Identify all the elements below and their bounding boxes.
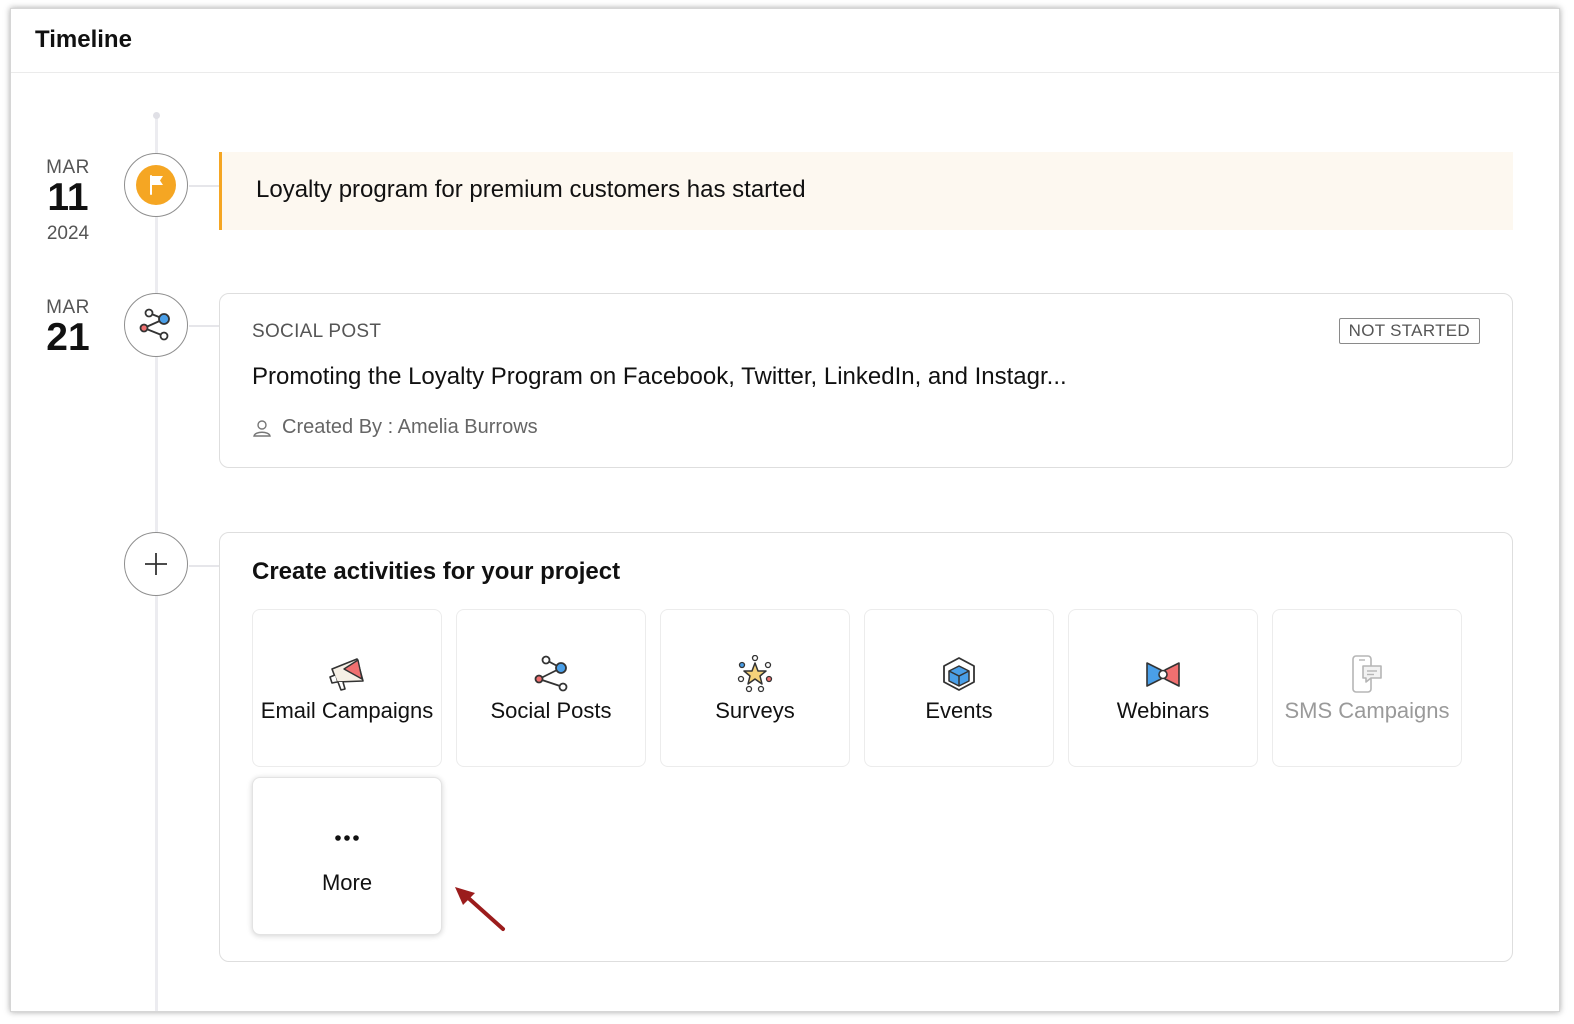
milestone-banner[interactable]: Loyalty program for premium customers ha… <box>219 152 1513 230</box>
share-icon <box>139 308 170 341</box>
create-activities-card: Create activities for your project Email… <box>219 532 1513 962</box>
sms-icon <box>1352 655 1382 693</box>
tile-label: Email Campaigns <box>260 698 434 723</box>
created-by: Created By : Amelia Burrows <box>252 416 538 439</box>
timeline-rail-start <box>153 112 160 119</box>
flag-icon <box>136 165 176 205</box>
milestone-node <box>124 153 188 217</box>
activity-connector <box>189 325 221 327</box>
webinar-icon <box>1146 662 1180 687</box>
add-activity-button[interactable] <box>124 532 188 596</box>
panel-header: Timeline <box>11 9 1559 73</box>
milestone-connector <box>189 185 221 187</box>
tile-label: Events <box>925 698 993 723</box>
tile-label: Social Posts <box>490 698 612 723</box>
activity-title[interactable]: Promoting the Loyalty Program on Faceboo… <box>252 363 1067 391</box>
more-tile[interactable]: More <box>252 777 442 935</box>
events-tile[interactable]: Events <box>864 609 1054 767</box>
webinars-tile[interactable]: Webinars <box>1068 609 1258 767</box>
tile-label: More <box>321 870 373 895</box>
sms-campaigns-tile: SMS Campaigns <box>1272 609 1462 767</box>
status-badge: NOT STARTED <box>1338 318 1480 344</box>
date-day: 11 <box>47 176 89 219</box>
tile-label: SMS Campaigns <box>1284 698 1450 723</box>
date-day: 21 <box>46 316 90 359</box>
social-posts-tile[interactable]: Social Posts <box>456 609 646 767</box>
tile-label: Surveys <box>715 698 795 723</box>
survey-icon <box>737 655 773 693</box>
milestone-date: MAR 11 2024 <box>33 157 103 245</box>
user-icon <box>253 419 271 437</box>
timeline-panel: Timeline MAR 11 2024 Loyalty program for… <box>10 8 1560 1012</box>
activity-node <box>124 293 188 357</box>
milestone-text: Loyalty program for premium customers ha… <box>256 176 806 203</box>
social-post-card[interactable]: SOCIAL POST NOT STARTED Promoting the Lo… <box>219 293 1513 468</box>
tile-label: Webinars <box>1116 698 1210 723</box>
activity-type: SOCIAL POST <box>252 321 382 342</box>
panel-title: Timeline <box>35 26 132 53</box>
plus-icon <box>145 553 167 575</box>
created-by-text: Created By : Amelia Burrows <box>282 416 538 438</box>
create-connector <box>189 565 221 567</box>
events-icon <box>943 657 975 691</box>
date-year: 2024 <box>46 223 90 244</box>
create-activities-title: Create activities for your project <box>252 558 621 585</box>
more-icon <box>335 835 359 841</box>
activity-date: MAR 21 <box>33 297 103 357</box>
share-icon <box>534 655 568 692</box>
surveys-tile[interactable]: Surveys <box>660 609 850 767</box>
email-campaigns-tile[interactable]: Email Campaigns <box>252 609 442 767</box>
annotation-arrow-icon <box>455 887 505 931</box>
megaphone-icon <box>329 658 364 691</box>
